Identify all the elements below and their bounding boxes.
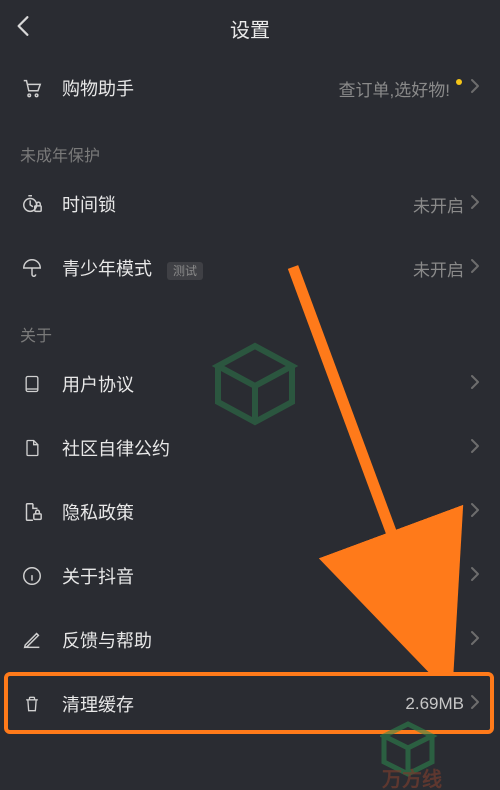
chevron-right-icon — [470, 694, 480, 715]
svg-text:万方线: 万方线 — [381, 767, 442, 790]
chevron-right-icon — [470, 502, 480, 523]
row-label: 时间锁 — [62, 191, 413, 217]
row-value: 未开启 — [413, 256, 464, 281]
chevron-right-icon — [470, 78, 480, 99]
row-privacy-policy[interactable]: 隐私政策 — [0, 480, 500, 544]
trash-icon — [20, 692, 44, 716]
row-label: 清理缓存 — [62, 691, 405, 717]
header-bar: 设置 — [0, 0, 500, 56]
row-user-agreement[interactable]: 用户协议 — [0, 352, 500, 416]
cache-size-value: 2.69MB — [405, 694, 464, 714]
row-value: 未开启 — [413, 192, 464, 217]
row-label: 社区自律公约 — [62, 435, 470, 461]
back-icon[interactable] — [16, 15, 30, 42]
chevron-right-icon — [470, 258, 480, 279]
stopwatch-lock-icon — [20, 192, 44, 216]
cart-icon — [20, 76, 44, 100]
book-icon — [20, 372, 44, 396]
pencil-icon — [20, 628, 44, 652]
row-label: 反馈与帮助 — [62, 627, 470, 653]
info-icon — [20, 564, 44, 588]
row-label: 关于抖音 — [62, 563, 470, 589]
row-label: 青少年模式 测试 — [62, 255, 413, 281]
row-community-rules[interactable]: 社区自律公约 — [0, 416, 500, 480]
row-label: 隐私政策 — [62, 499, 470, 525]
row-shopping-assistant[interactable]: 购物助手 查订单,选好物! — [0, 56, 500, 120]
section-about: 关于 — [0, 300, 500, 352]
chevron-right-icon — [470, 194, 480, 215]
document-icon — [20, 436, 44, 460]
row-label: 用户协议 — [62, 371, 470, 397]
chevron-right-icon — [470, 566, 480, 587]
page-title: 设置 — [230, 14, 270, 43]
teen-mode-text: 青少年模式 — [62, 259, 152, 279]
beta-badge: 测试 — [167, 262, 203, 280]
notification-dot-icon — [456, 79, 462, 85]
chevron-right-icon — [470, 438, 480, 459]
chevron-right-icon — [470, 374, 480, 395]
umbrella-icon — [20, 256, 44, 280]
row-value: 查订单,选好物! — [339, 76, 450, 101]
row-time-lock[interactable]: 时间锁 未开启 — [0, 172, 500, 236]
row-feedback-help[interactable]: 反馈与帮助 — [0, 608, 500, 672]
section-minor-protection: 未成年保护 — [0, 120, 500, 172]
row-teen-mode[interactable]: 青少年模式 测试 未开启 — [0, 236, 500, 300]
chevron-right-icon — [470, 630, 480, 651]
row-about-douyin[interactable]: 关于抖音 — [0, 544, 500, 608]
row-label: 购物助手 — [62, 75, 339, 101]
document-lock-icon — [20, 500, 44, 524]
row-clear-cache[interactable]: 清理缓存 2.69MB — [0, 672, 500, 736]
